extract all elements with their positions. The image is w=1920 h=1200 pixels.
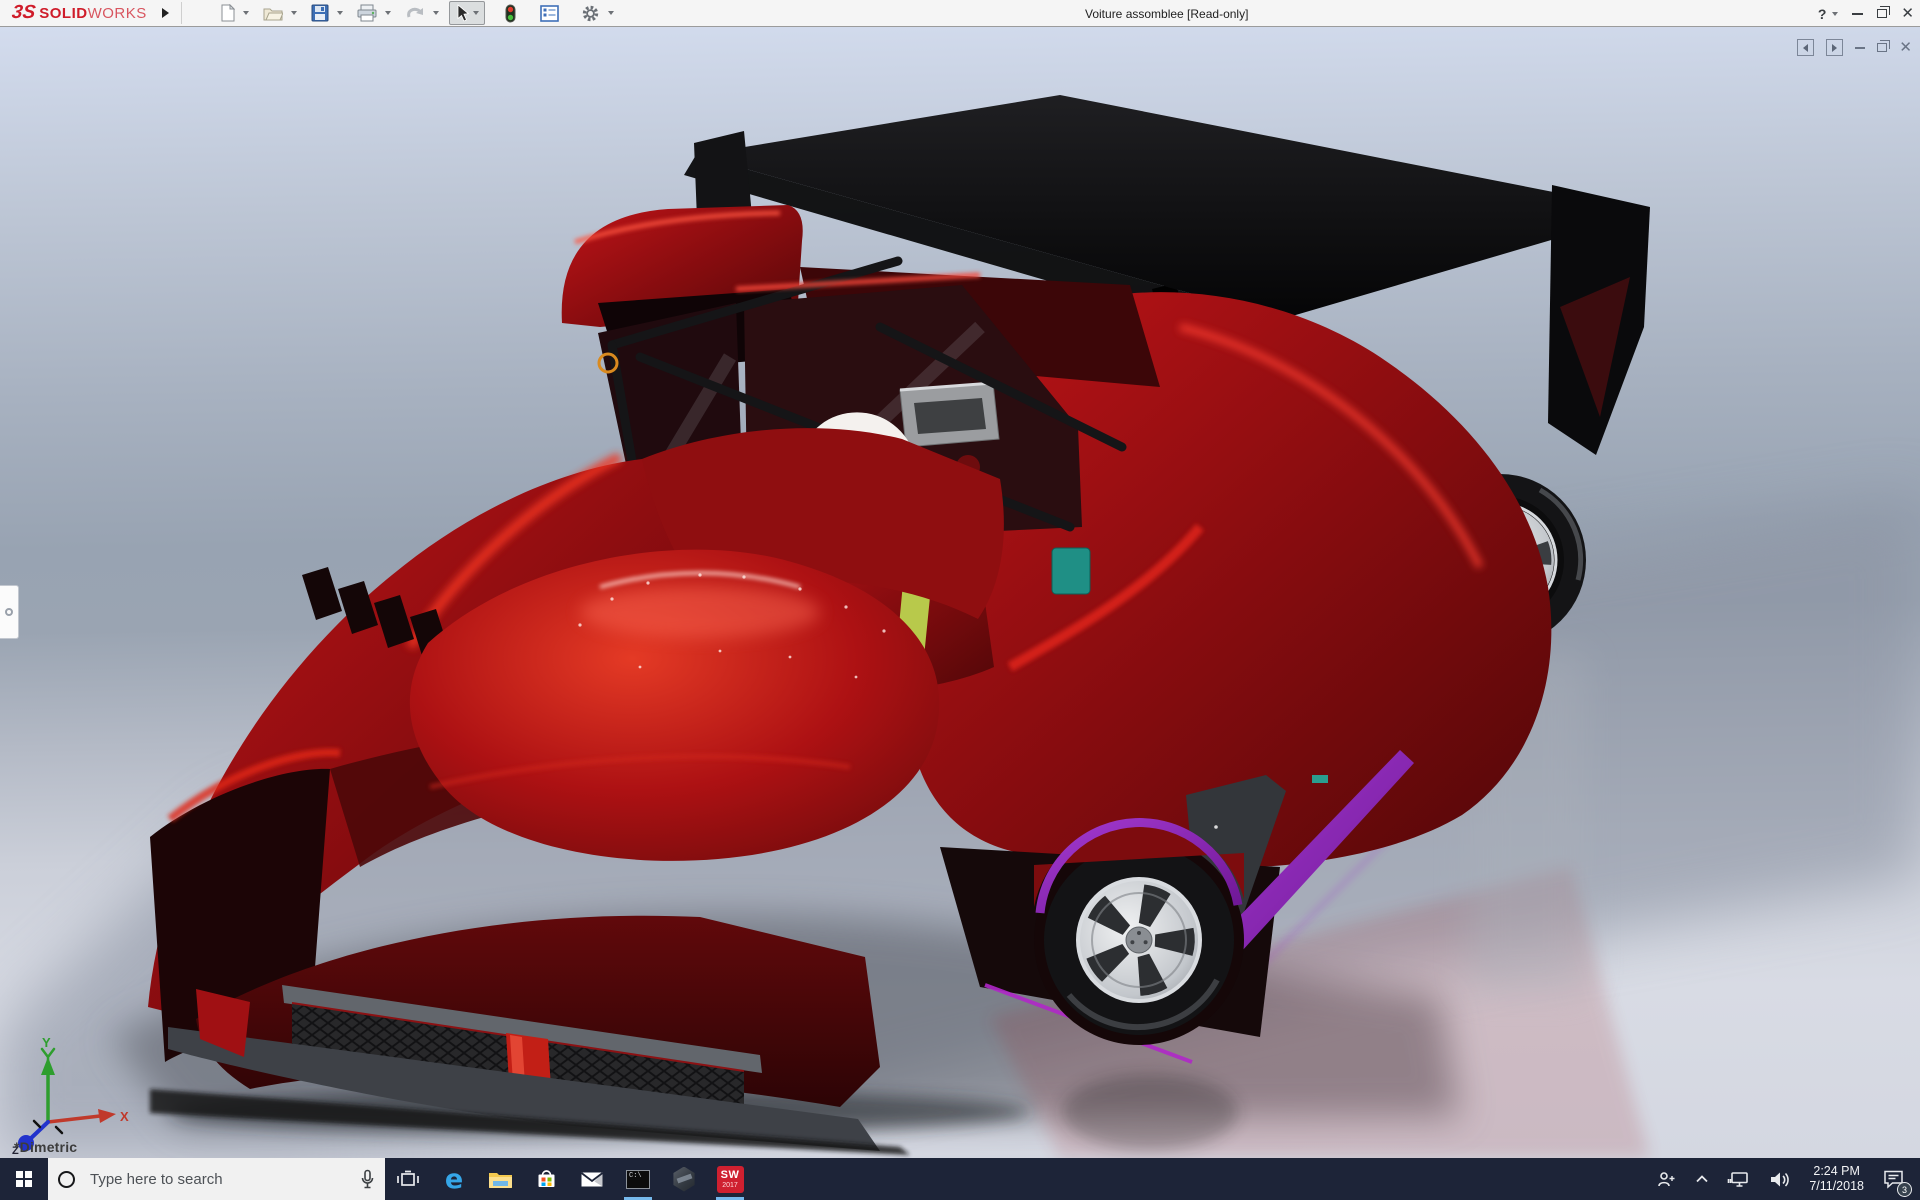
- display-pane-button[interactable]: [536, 2, 563, 25]
- options-button[interactable]: [577, 1, 604, 26]
- ethernet-network-icon: [1727, 1171, 1751, 1188]
- cortana-icon: [58, 1171, 75, 1188]
- save-caret[interactable]: [337, 11, 343, 15]
- collapse-pane-right-button[interactable]: [1826, 39, 1843, 56]
- tray-overflow-button[interactable]: [1686, 1158, 1718, 1200]
- task-view-icon: [396, 1170, 420, 1189]
- taskbar-edge-button[interactable]: e: [431, 1158, 477, 1200]
- pane-left-icon: [1803, 44, 1808, 52]
- taskbar-clock[interactable]: 2:24 PM 7/11/2018: [1799, 1164, 1874, 1194]
- document-restore-button[interactable]: [1877, 43, 1887, 52]
- undo-icon: [405, 5, 425, 21]
- print-icon: [357, 4, 377, 22]
- close-button[interactable]: ✕: [1901, 6, 1914, 21]
- collapse-pane-left-button[interactable]: [1797, 39, 1814, 56]
- system-tray: 2:24 PM 7/11/2018 3: [1647, 1158, 1920, 1200]
- solidworks-logo: 3S SOLID WORKS: [0, 2, 147, 24]
- view-orientation-label: *Dimetric: [14, 1139, 77, 1155]
- new-document-button[interactable]: [216, 1, 239, 25]
- tree-tab-icon: [5, 608, 13, 616]
- minimize-button[interactable]: [1852, 13, 1863, 15]
- menu-flyout-button[interactable]: [157, 3, 175, 23]
- race-car-model: [0, 27, 1920, 1158]
- reference-triad: X Y Z: [6, 1035, 136, 1155]
- start-button[interactable]: [0, 1158, 48, 1200]
- document-window-controls: ✕: [1797, 39, 1912, 56]
- taskbar-store-button[interactable]: [523, 1158, 569, 1200]
- help-button[interactable]: ?: [1818, 6, 1827, 22]
- toolbar-separator: [181, 2, 182, 24]
- pane-right-icon: [1832, 44, 1837, 52]
- save-button[interactable]: [307, 1, 333, 25]
- document-close-button[interactable]: ✕: [1899, 40, 1912, 55]
- windows-logo-icon: [16, 1171, 32, 1187]
- task-view-button[interactable]: [385, 1158, 431, 1200]
- triad-y-label: Y: [42, 1035, 51, 1050]
- notification-badge: 3: [1897, 1182, 1912, 1197]
- flyout-arrow-icon: [162, 8, 169, 18]
- microphone-icon[interactable]: [360, 1169, 375, 1190]
- open-icon: [263, 5, 283, 22]
- action-center-button[interactable]: 3: [1874, 1158, 1914, 1200]
- restore-button[interactable]: [1877, 9, 1887, 18]
- taskbar-3d-viewer-button[interactable]: [661, 1158, 707, 1200]
- print-caret[interactable]: [385, 11, 391, 15]
- taskbar-apps: e C:\: [385, 1158, 753, 1200]
- feature-tree-collapsed-tab[interactable]: [0, 585, 19, 639]
- new-document-icon: [220, 4, 235, 22]
- print-button[interactable]: [353, 1, 381, 25]
- chevron-up-icon: [1695, 1174, 1709, 1184]
- 3d-viewer-icon: [673, 1167, 696, 1192]
- speaker-icon: [1769, 1171, 1790, 1188]
- title-bar: 3S SOLID WORKS: [0, 0, 1920, 27]
- taskbar-search[interactable]: [48, 1158, 385, 1200]
- open-caret[interactable]: [291, 11, 297, 15]
- network-status-button[interactable]: [1718, 1158, 1760, 1200]
- options-gear-icon: [581, 4, 600, 23]
- graphics-area[interactable]: ✕ X Y Z *Dimetric: [0, 27, 1920, 1158]
- selection-filter-icon: [505, 4, 516, 23]
- window-title: Voiture assomblee [Read-only]: [1085, 0, 1248, 27]
- clock-time: 2:24 PM: [1813, 1164, 1860, 1179]
- store-icon: [536, 1169, 557, 1189]
- main-toolbar: [216, 1, 622, 26]
- solidworks-2017-icon: SW 2017: [717, 1166, 744, 1193]
- windows-taskbar: e C:\: [0, 1158, 1920, 1200]
- command-prompt-icon: C:\: [626, 1170, 650, 1189]
- solidworks-logo-mark: 3S: [10, 2, 36, 24]
- mail-icon: [580, 1171, 604, 1188]
- triad-x-label: X: [120, 1109, 129, 1124]
- selection-filter-button[interactable]: [501, 1, 520, 26]
- rear-left-wheel: [1034, 820, 1244, 1045]
- people-icon: [1656, 1171, 1677, 1188]
- new-document-caret[interactable]: [243, 11, 249, 15]
- search-input[interactable]: [88, 1170, 360, 1189]
- save-icon: [311, 4, 329, 22]
- options-caret[interactable]: [608, 11, 614, 15]
- file-explorer-icon: [488, 1170, 513, 1189]
- select-cursor-icon: [455, 4, 469, 22]
- taskbar-mail-button[interactable]: [569, 1158, 615, 1200]
- taskbar-file-explorer-button[interactable]: [477, 1158, 523, 1200]
- document-minimize-button[interactable]: [1855, 47, 1865, 49]
- display-pane-icon: [540, 5, 559, 22]
- edge-icon: e: [445, 1166, 463, 1193]
- taskbar-solidworks-button[interactable]: SW 2017: [707, 1158, 753, 1200]
- undo-button[interactable]: [401, 2, 429, 24]
- open-button[interactable]: [259, 2, 287, 25]
- taskbar-command-prompt-button[interactable]: C:\: [615, 1158, 661, 1200]
- help-caret[interactable]: [1832, 12, 1838, 16]
- volume-button[interactable]: [1760, 1158, 1799, 1200]
- undo-caret[interactable]: [433, 11, 439, 15]
- select-tool-button[interactable]: [449, 1, 485, 25]
- clock-date: 7/11/2018: [1809, 1179, 1864, 1194]
- select-tool-caret[interactable]: [473, 11, 479, 15]
- people-button[interactable]: [1647, 1158, 1686, 1200]
